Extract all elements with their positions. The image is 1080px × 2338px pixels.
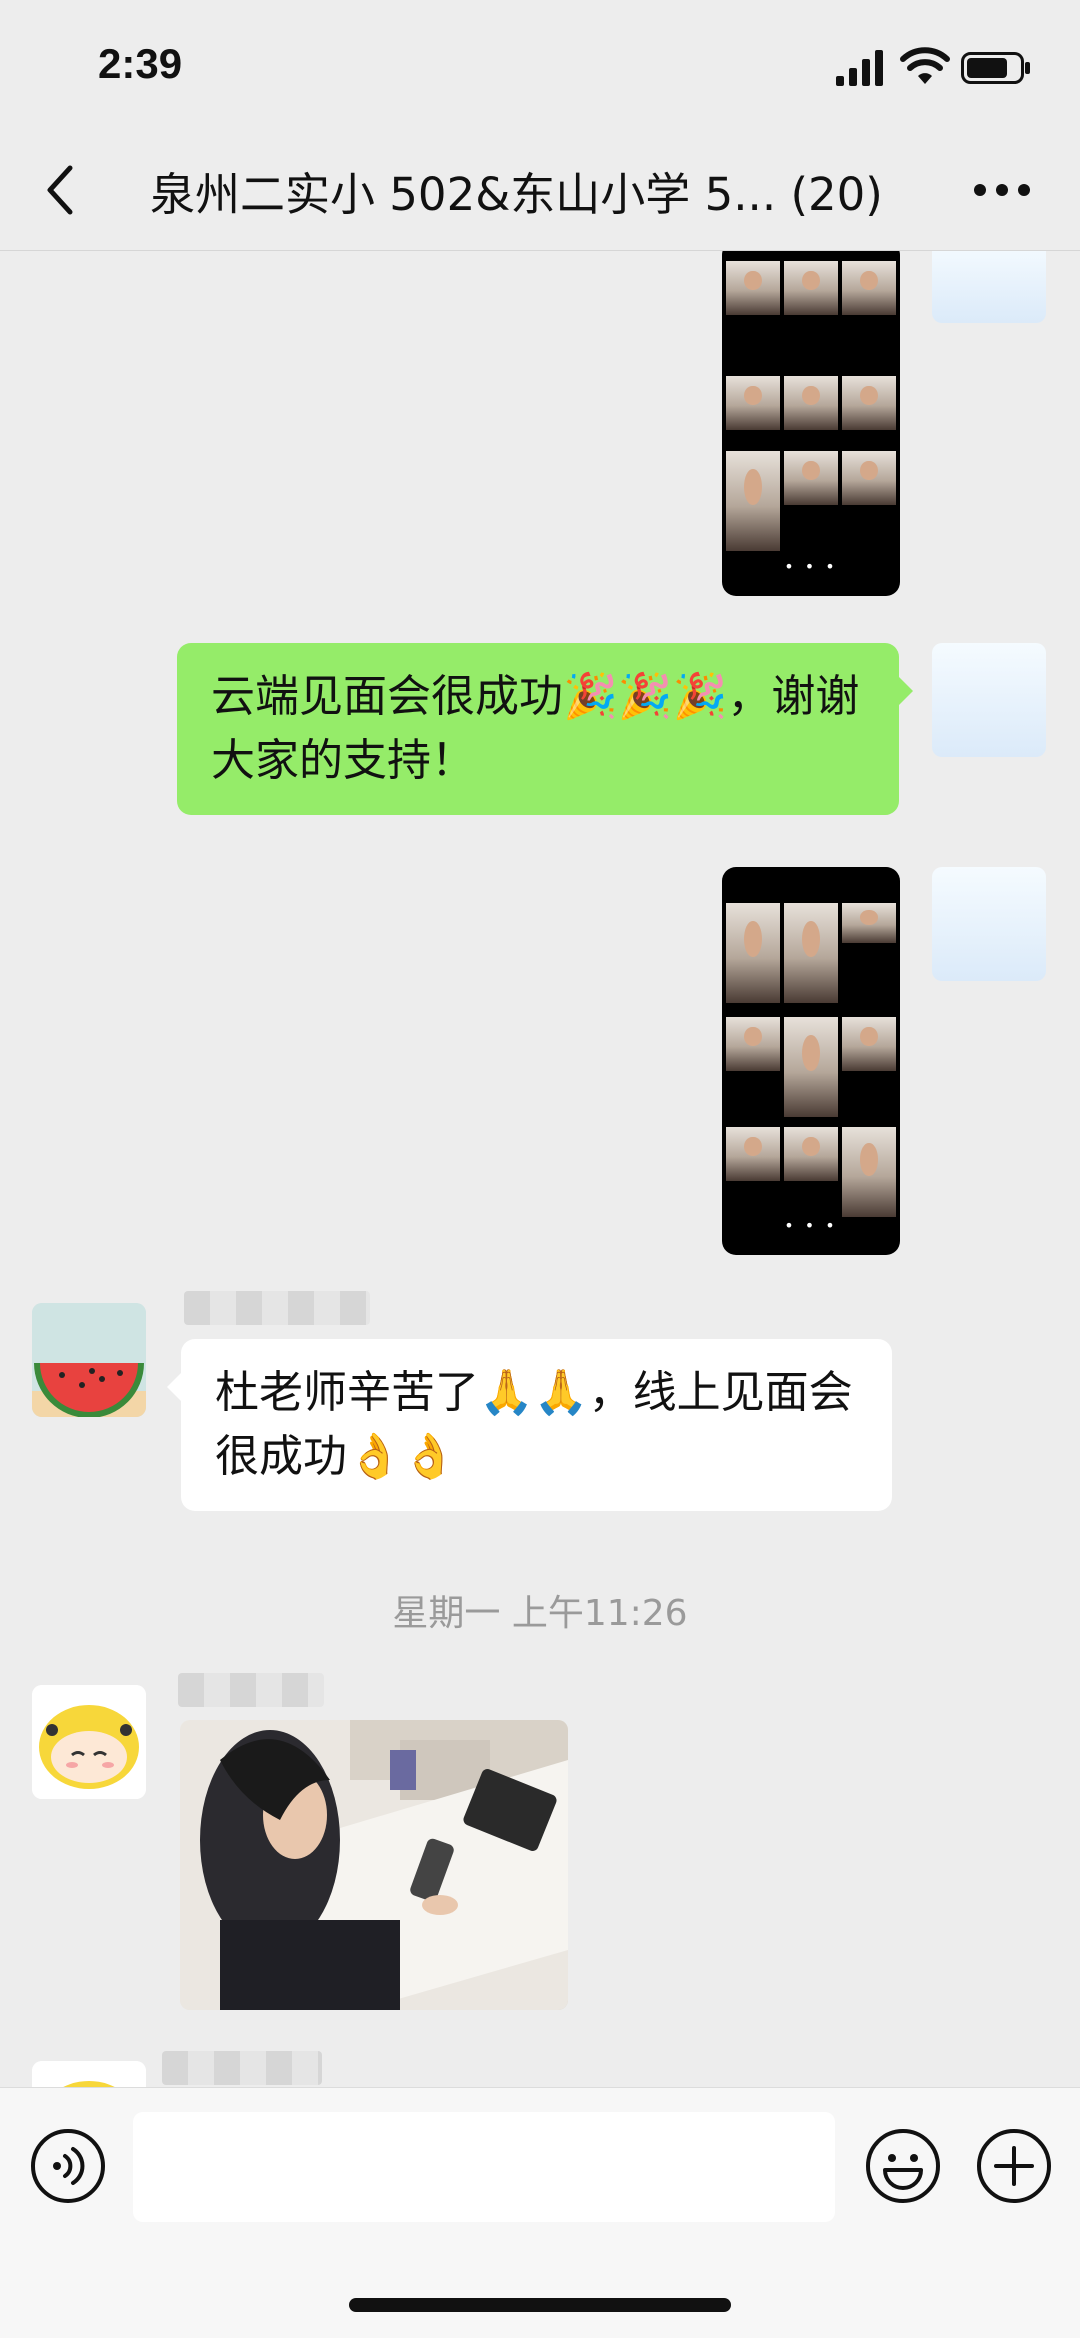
photo-child-with-phone (180, 1720, 568, 2010)
video-tile (726, 451, 780, 551)
video-tile (784, 376, 838, 430)
back-button[interactable] (38, 160, 82, 220)
sent-message-text: 云端见面会很成功🎉🎉🎉，谢谢大家的支持！ (211, 671, 860, 786)
voice-input-button[interactable] (30, 2128, 106, 2204)
battery-icon (961, 52, 1030, 84)
cellular-signal-icon (836, 50, 883, 86)
message-timestamp: 星期一 上午11:26 (392, 1593, 688, 1634)
message-list[interactable]: • • • 云端见面会很成功🎉🎉🎉，谢谢大家的支持！ • • • 杜老师辛苦了🙏… (0, 251, 1080, 2087)
contact-avatar-watermelon[interactable] (32, 1303, 146, 1417)
contact-avatar-cartoon-girl[interactable] (32, 2061, 146, 2087)
video-tile (726, 376, 780, 430)
video-tile (784, 903, 838, 1003)
page-dots: • • • (784, 557, 838, 576)
video-tile (842, 451, 896, 505)
status-time: 2:39 (98, 40, 183, 87)
video-tile (842, 261, 896, 315)
received-message-bubble[interactable]: 杜老师辛苦了🙏🙏，线上见面会很成功👌👌 (167, 1339, 892, 1511)
watermelon-icon (32, 1303, 146, 1417)
more-actions-button[interactable] (976, 2128, 1052, 2204)
video-tile (726, 903, 780, 1003)
page-dots: • • • (784, 1216, 838, 1235)
cartoon-girl-icon (32, 1685, 146, 1799)
sent-message-bubble[interactable]: 云端见面会很成功🎉🎉🎉，谢谢大家的支持！ (177, 643, 913, 815)
image-message[interactable] (180, 1720, 568, 2010)
video-tile (726, 1017, 780, 1071)
wifi-icon (900, 47, 950, 84)
video-tile (784, 1127, 838, 1181)
video-tile (726, 261, 780, 315)
video-tile (842, 903, 896, 943)
image-message[interactable]: • • • (722, 867, 900, 1255)
received-message-text: 杜老师辛苦了🙏🙏，线上见面会很成功👌👌 (215, 1367, 853, 1482)
my-avatar[interactable] (932, 643, 1046, 757)
sender-name-blurred (184, 1291, 370, 1325)
input-bar (0, 2087, 1080, 2338)
image-message[interactable]: • • • (722, 251, 900, 596)
video-tile (842, 1127, 896, 1217)
emoji-button[interactable] (865, 2128, 941, 2204)
sender-name-blurred (162, 2051, 322, 2085)
video-tile (784, 1017, 838, 1117)
status-bar: 2:39 (0, 0, 1080, 130)
my-avatar[interactable] (932, 251, 1046, 323)
more-options-button[interactable] (972, 180, 1032, 200)
video-tile (726, 1127, 780, 1181)
chat-header: 泉州二实小 502&东山小学 5... (20) (0, 130, 1080, 251)
video-tile (784, 261, 838, 315)
cartoon-girl-icon (32, 2061, 146, 2087)
contact-avatar-cartoon-girl[interactable] (32, 1685, 146, 1799)
video-tile (842, 1017, 896, 1071)
video-tile (842, 376, 896, 430)
chat-title: 泉州二实小 502&东山小学 5... (20) (150, 168, 883, 221)
my-avatar[interactable] (932, 867, 1046, 981)
home-indicator[interactable] (349, 2298, 731, 2312)
video-tile (784, 451, 838, 505)
sender-name-blurred (178, 1673, 324, 1707)
message-input[interactable] (133, 2112, 835, 2222)
